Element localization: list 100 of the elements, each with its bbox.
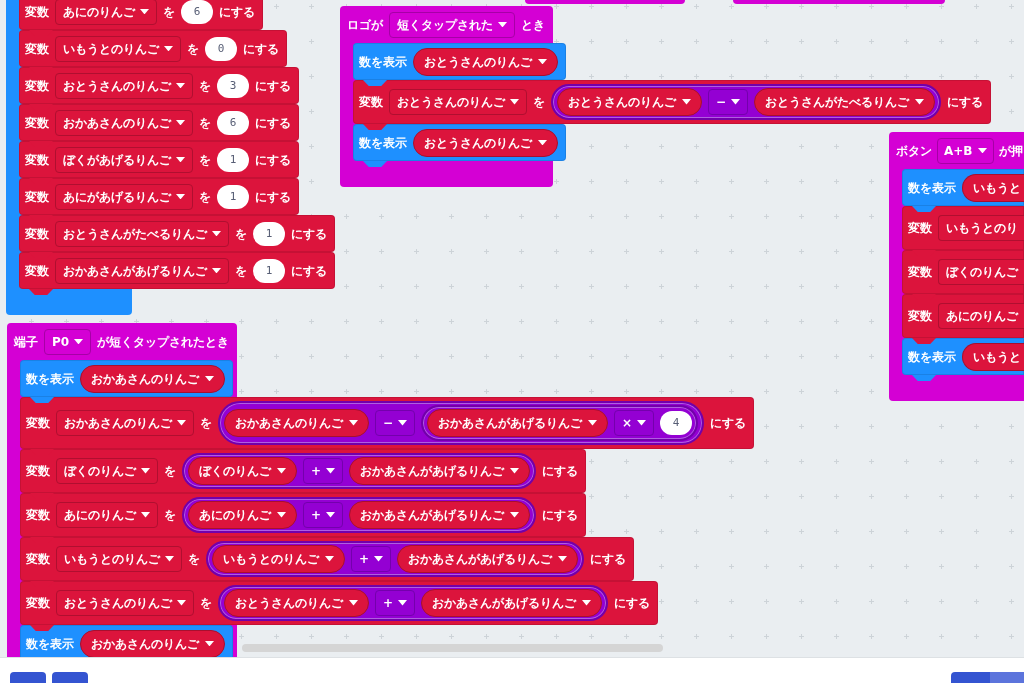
variable-reporter[interactable]: おとうさんのりんご: [224, 589, 369, 617]
number-input[interactable]: 6: [181, 0, 213, 24]
block-label: とき: [521, 17, 545, 32]
block-label: を: [533, 95, 545, 109]
variable-dropdown[interactable]: おとうさんのりんご: [55, 72, 193, 99]
variable-reporter[interactable]: ぼくのりんご: [188, 457, 297, 485]
dropdown-field[interactable]: 短くタップされた: [389, 11, 515, 38]
variable-reporter[interactable]: おかあさんがあげるりんご: [397, 545, 579, 573]
block-label: 変数: [908, 221, 932, 235]
variable-dropdown[interactable]: あにのりんご: [938, 303, 1024, 329]
operator-dropdown[interactable]: +: [303, 458, 344, 484]
block-label: にする: [542, 508, 579, 522]
toolbar-button[interactable]: [10, 672, 46, 683]
block-label: にする: [219, 4, 255, 19]
variable-dropdown[interactable]: いもうとのり: [938, 215, 1024, 241]
horizontal-scrollbar[interactable]: [242, 644, 663, 652]
variable-reporter[interactable]: おとうさんがたべるりんご: [754, 88, 936, 116]
caret-icon: [510, 468, 520, 474]
block-label: にする: [255, 189, 291, 204]
caret-icon: [538, 139, 547, 146]
caret-icon: [538, 58, 547, 65]
number-input[interactable]: 1: [217, 184, 249, 209]
variable-dropdown[interactable]: ぼくがあげるりんご: [55, 146, 193, 173]
variable-dropdown[interactable]: いもうとのりんご: [55, 35, 181, 62]
block-label: を: [200, 596, 212, 610]
variable-dropdown[interactable]: ぼくのりんご: [56, 458, 158, 484]
variable-reporter[interactable]: いもうと: [962, 173, 1024, 202]
operator-dropdown[interactable]: +: [303, 502, 344, 528]
block-label: が押: [998, 143, 1023, 158]
toolbar-button[interactable]: [951, 672, 990, 683]
variable-reporter[interactable]: おかあさんがあげるりんご: [349, 457, 531, 485]
number-input[interactable]: 1: [253, 258, 285, 283]
block-label: を: [199, 115, 211, 130]
block-label: を: [199, 189, 211, 204]
variable-reporter[interactable]: おかあさんのりんご: [80, 629, 225, 657]
caret-icon: [582, 600, 592, 606]
block-label: 変数: [359, 95, 383, 109]
variable-reporter[interactable]: おかあさんがあげるりんご: [427, 409, 609, 437]
variable-reporter[interactable]: いもうとのりんご: [212, 545, 345, 573]
caret-icon: [588, 420, 598, 426]
caret-icon: [176, 193, 185, 200]
caret-icon: [326, 512, 336, 518]
caret-icon: [277, 468, 286, 474]
block-label: 変数: [25, 4, 49, 19]
variable-reporter[interactable]: おとうさんのりんご: [413, 47, 558, 76]
block-label: 変数: [25, 263, 49, 278]
variable-dropdown[interactable]: おかあさんのりんご: [55, 109, 193, 136]
dropdown-field[interactable]: P0: [44, 328, 92, 355]
operator-dropdown[interactable]: +: [351, 546, 392, 572]
block-label: ボタン: [896, 143, 932, 158]
caret-icon: [510, 512, 520, 518]
operator-dropdown[interactable]: ×: [614, 410, 655, 436]
variable-dropdown[interactable]: おかあさんがあげるりんご: [55, 257, 229, 284]
block-label: 変数: [25, 41, 49, 56]
variable-dropdown[interactable]: あにがあげるりんご: [55, 183, 193, 210]
block-label: 変数: [25, 152, 49, 167]
variable-dropdown[interactable]: おとうさんのりんご: [389, 89, 527, 115]
operator-dropdown[interactable]: −: [375, 410, 416, 436]
operator-dropdown[interactable]: +: [375, 590, 416, 616]
variable-reporter[interactable]: おとうさんのりんご: [557, 88, 702, 116]
block-label: にする: [291, 226, 327, 241]
variable-reporter[interactable]: おかあさんがあげるりんご: [421, 589, 603, 617]
caret-icon: [176, 82, 185, 89]
caret-icon: [637, 420, 647, 426]
number-input[interactable]: 6: [217, 110, 249, 135]
variable-reporter[interactable]: あにのりんご: [188, 501, 297, 529]
number-input[interactable]: 3: [217, 73, 249, 98]
variable-reporter[interactable]: おかあさんのりんご: [80, 364, 225, 393]
number-input[interactable]: 1: [253, 221, 285, 246]
block-label: ロゴが: [347, 17, 383, 32]
caret-icon: [374, 556, 384, 562]
toolbar-button[interactable]: [52, 672, 88, 683]
variable-dropdown[interactable]: いもうとのりんご: [56, 546, 182, 572]
block-label: を: [163, 4, 175, 19]
operator-dropdown[interactable]: −: [708, 89, 749, 115]
variable-reporter[interactable]: おかあさんのりんご: [224, 409, 369, 437]
variable-reporter[interactable]: いもうと: [962, 342, 1024, 371]
variable-reporter[interactable]: おとうさんのりんご: [413, 128, 558, 157]
variable-dropdown[interactable]: おとうさんがたべるりんご: [55, 220, 229, 247]
toolbar-button[interactable]: [990, 672, 1024, 683]
number-input[interactable]: 4: [660, 411, 693, 435]
block-label: にする: [291, 263, 327, 278]
variable-dropdown[interactable]: あにのりんご: [55, 0, 157, 25]
caret-icon: [510, 99, 519, 105]
caret-icon: [164, 45, 173, 52]
variable-dropdown[interactable]: おとうさんのりんご: [56, 590, 194, 616]
caret-icon: [177, 600, 186, 606]
block-label: を: [187, 41, 199, 56]
dropdown-field[interactable]: A+B: [937, 137, 994, 164]
number-input[interactable]: 0: [205, 36, 237, 61]
caret-icon: [325, 556, 334, 562]
variable-dropdown[interactable]: おかあさんのりんご: [56, 410, 194, 436]
variable-reporter[interactable]: おかあさんがあげるりんご: [349, 501, 531, 529]
block-label: 数を表示: [26, 636, 74, 651]
variable-dropdown[interactable]: ぼくのりんご: [938, 259, 1024, 285]
block-label: を: [199, 78, 211, 93]
block-label: 変数: [25, 226, 49, 241]
number-input[interactable]: 1: [217, 147, 249, 172]
block-label: 変数: [26, 596, 50, 610]
variable-dropdown[interactable]: あにのりんご: [56, 502, 158, 528]
